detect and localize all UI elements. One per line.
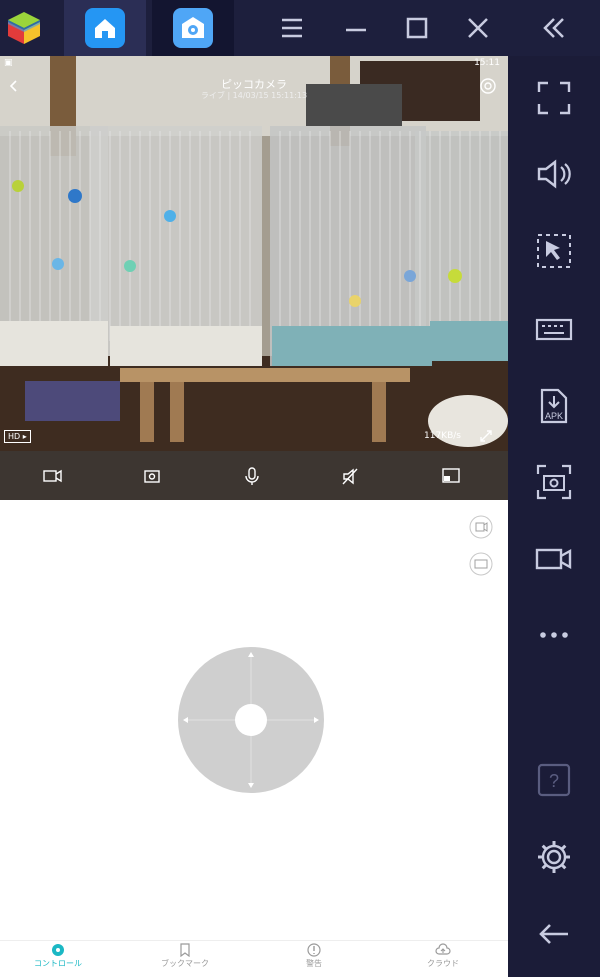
maximize-icon[interactable] xyxy=(395,6,439,50)
status-time: 15:11 xyxy=(474,58,500,68)
double-chevron-left-icon[interactable] xyxy=(532,6,576,50)
nav-control[interactable]: コントロール xyxy=(3,943,113,977)
microphone-icon[interactable] xyxy=(237,461,267,491)
mute-icon[interactable] xyxy=(335,461,365,491)
expand-icon[interactable] xyxy=(476,426,496,446)
settings-icon[interactable] xyxy=(534,837,574,877)
apk-install-icon[interactable]: APK xyxy=(534,386,574,426)
replay-icon[interactable] xyxy=(469,515,493,539)
android-screen: ▣ 15:11 ピッコカメラ ライブ | 14/03/15 15:11:13 H… xyxy=(0,56,508,977)
bottom-navigation: コントロール ブックマーク 警告 クラウド xyxy=(0,940,508,977)
bookmark-icon xyxy=(180,943,190,957)
tab-camera-app[interactable] xyxy=(152,0,234,56)
live-timestamp: ライブ | 14/03/15 15:11:13 xyxy=(200,91,308,100)
fullscreen-icon[interactable] xyxy=(534,78,574,118)
hd-badge-label: HD xyxy=(8,432,21,441)
volume-icon[interactable] xyxy=(534,154,574,194)
tab-home[interactable] xyxy=(64,0,146,56)
ptz-control-panel xyxy=(0,500,508,940)
settings-eye-icon[interactable] xyxy=(478,76,498,96)
nav-bookmark[interactable]: ブックマーク xyxy=(130,943,240,977)
fullscreen-icon[interactable] xyxy=(469,552,493,576)
status-bar-left: ▣ xyxy=(4,58,13,68)
apk-label: APK xyxy=(545,411,563,421)
nav-cloud[interactable]: クラウド xyxy=(388,943,498,977)
nav-control-label: コントロール xyxy=(34,959,82,968)
screenshot-icon[interactable] xyxy=(137,461,167,491)
close-icon[interactable] xyxy=(456,6,500,50)
nav-cloud-label: クラウド xyxy=(427,959,459,968)
pointer-icon[interactable] xyxy=(534,231,574,271)
screenshot-icon[interactable] xyxy=(534,462,574,502)
camera-app-icon xyxy=(173,8,213,48)
picture-in-picture-icon[interactable] xyxy=(436,461,466,491)
title-bar xyxy=(0,0,600,56)
hd-badge[interactable]: HD ▸ xyxy=(4,430,31,443)
camera-feed-image xyxy=(0,56,508,451)
keyboard-icon[interactable] xyxy=(534,309,574,349)
record-icon[interactable] xyxy=(534,539,574,579)
back-icon[interactable] xyxy=(534,914,574,954)
video-record-icon[interactable] xyxy=(37,461,67,491)
nav-bookmark-label: ブックマーク xyxy=(161,959,209,968)
help-label: ? xyxy=(549,771,559,791)
ptz-joystick[interactable] xyxy=(177,646,325,794)
bitrate: 117KB/s xyxy=(424,431,461,441)
help-icon[interactable]: ? xyxy=(534,760,574,800)
cloud-icon xyxy=(435,943,451,955)
minimize-icon[interactable] xyxy=(334,6,378,50)
nav-alert[interactable]: 警告 xyxy=(259,943,369,977)
joystick-icon xyxy=(52,944,64,956)
menu-icon[interactable] xyxy=(270,6,314,50)
more-icon[interactable] xyxy=(534,615,574,655)
camera-live-view[interactable]: ▣ 15:11 ピッコカメラ ライブ | 14/03/15 15:11:13 H… xyxy=(0,56,508,451)
nav-alert-label: 警告 xyxy=(306,959,322,968)
alert-icon xyxy=(307,943,321,957)
home-icon xyxy=(85,8,125,48)
camera-controls-bar xyxy=(0,451,508,500)
bluestacks-logo xyxy=(4,10,44,48)
right-sidebar: APK ? xyxy=(508,56,600,977)
